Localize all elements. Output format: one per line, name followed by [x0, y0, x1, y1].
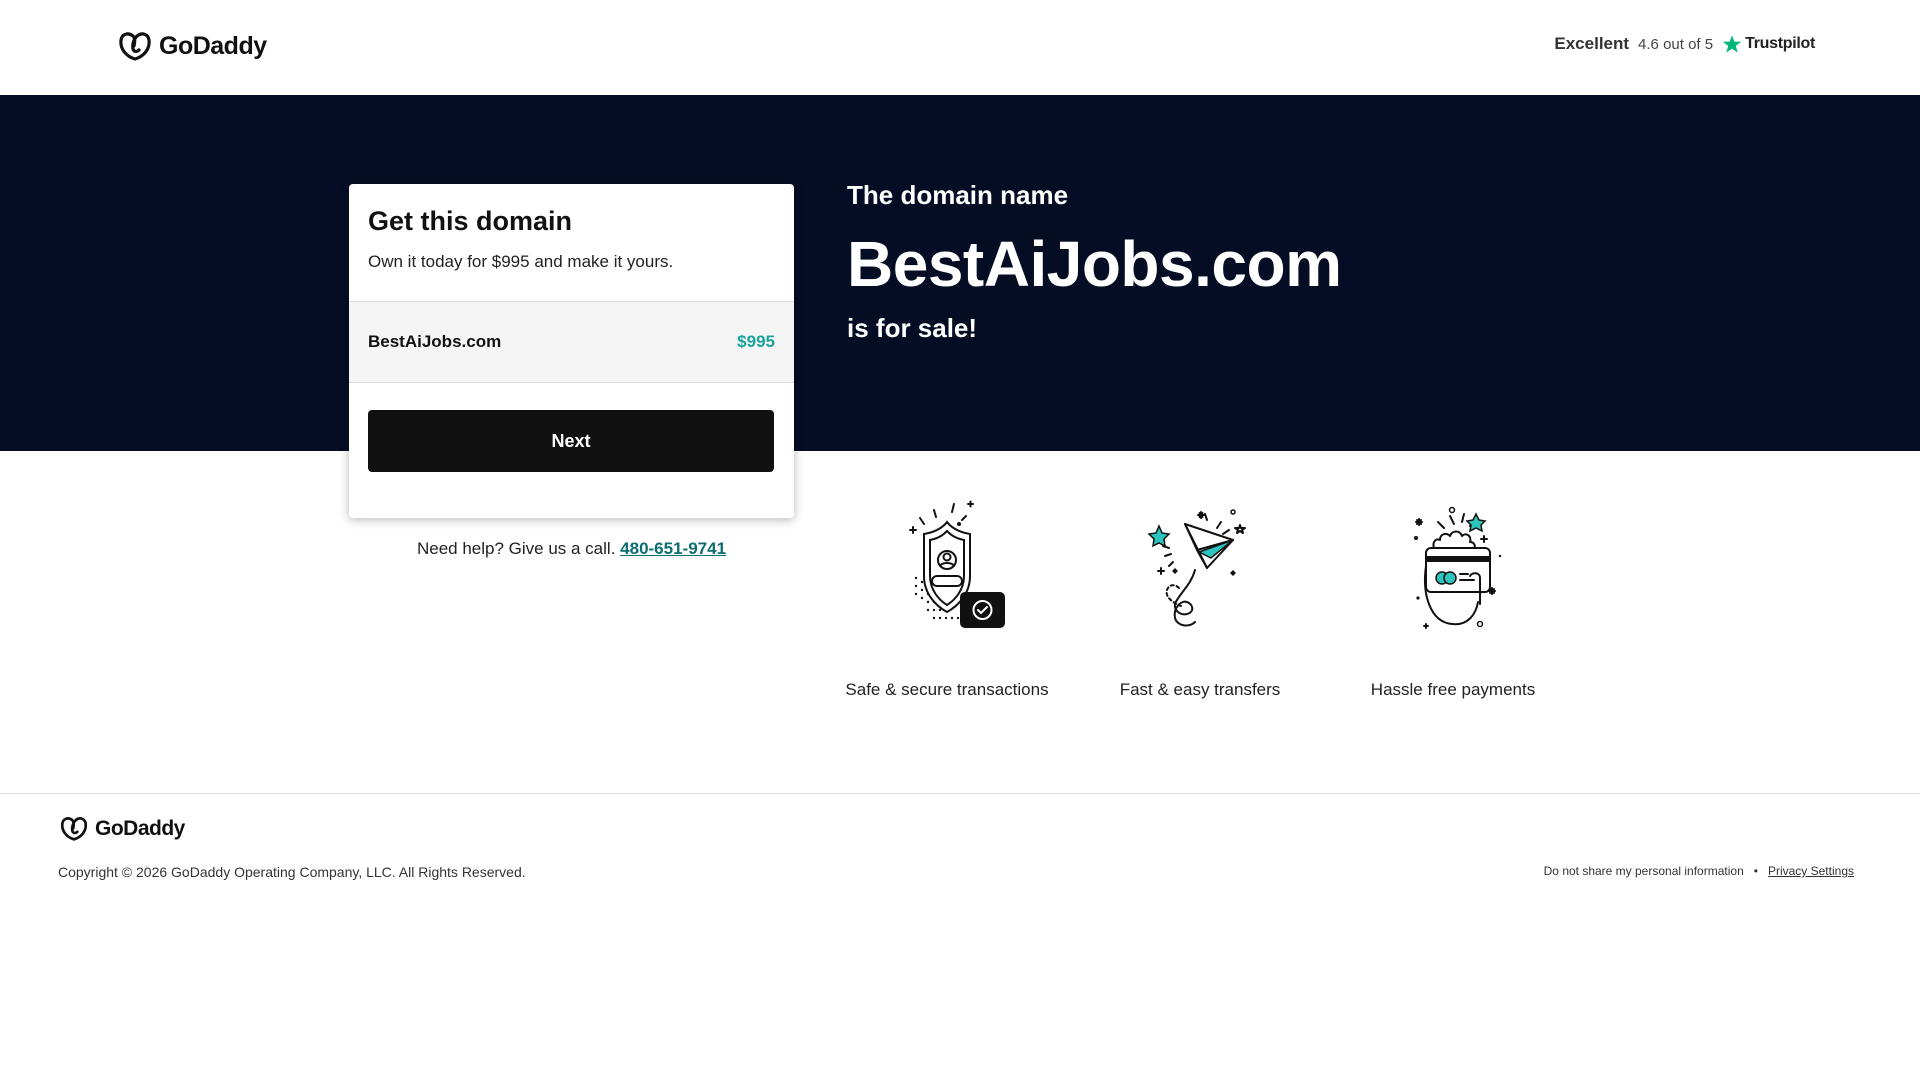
- footer-links: Do not share my personal information • P…: [1544, 864, 1854, 878]
- domain-item-name: BestAiJobs.com: [368, 332, 502, 351]
- feature-label: Fast & easy transfers: [1119, 680, 1281, 699]
- hero-domain-name: BestAiJobs.com: [847, 228, 1342, 300]
- shield-icon: [909, 500, 1005, 628]
- purchase-card: Get this domain Own it today for $995 an…: [349, 184, 794, 518]
- trustpilot-star-icon: [1722, 35, 1742, 53]
- trustpilot-label: Trustpilot: [1745, 35, 1815, 52]
- copyright-text: Copyright © 2026 GoDaddy Operating Compa…: [58, 864, 526, 880]
- trustpilot-brand: Trustpilot: [1722, 34, 1815, 54]
- site-header: GoDaddy Excellent 4.6 out of 5 Trustpilo…: [0, 0, 1920, 95]
- footer-divider: [0, 793, 1920, 794]
- footer-godaddy-logo[interactable]: GoDaddy: [59, 815, 185, 842]
- rating-word: Excellent: [1554, 34, 1630, 53]
- feature-transfers: Fast & easy transfers: [1080, 498, 1320, 700]
- hero-pre-text: The domain name: [847, 180, 1069, 210]
- paper-plane-icon: [1147, 509, 1246, 627]
- hero-post-text: is for sale!: [847, 313, 978, 343]
- hero-text: The domain name BestAiJobs.com is for sa…: [847, 180, 1342, 344]
- domain-item-price: $995: [737, 332, 775, 351]
- logo-wordmark: GoDaddy: [95, 816, 185, 840]
- card-subtitle: Own it today for $995 and make it yours.: [368, 252, 674, 271]
- logo-wordmark: GoDaddy: [159, 31, 267, 60]
- feature-secure: Safe & secure transactions: [827, 498, 1067, 700]
- feature-label: Hassle free payments: [1370, 680, 1536, 699]
- godaddy-logo-icon: [60, 817, 88, 841]
- privacy-settings-link[interactable]: Privacy Settings: [1768, 864, 1854, 878]
- godaddy-logo[interactable]: GoDaddy: [117, 30, 267, 62]
- domain-price-row: BestAiJobs.com $995: [349, 301, 794, 383]
- phone-link[interactable]: 480-651-9741: [620, 539, 726, 558]
- credit-card-icon: [1414, 506, 1502, 629]
- rating-score: 4.6 out of 5: [1638, 35, 1714, 53]
- help-line: Need help? Give us a call. 480-651-9741: [349, 539, 794, 559]
- feature-payments: Hassle free payments: [1333, 498, 1573, 700]
- help-text: Need help? Give us a call.: [416, 539, 616, 558]
- godaddy-logo-icon: [119, 32, 151, 61]
- next-button[interactable]: Next: [368, 410, 774, 472]
- footer-separator: •: [1753, 864, 1758, 878]
- feature-label: Safe & secure transactions: [845, 680, 1049, 699]
- card-title: Get this domain: [368, 206, 573, 236]
- do-not-share-link[interactable]: Do not share my personal information: [1544, 864, 1744, 878]
- trustpilot-rating[interactable]: Excellent 4.6 out of 5 Trustpilot: [1554, 34, 1815, 54]
